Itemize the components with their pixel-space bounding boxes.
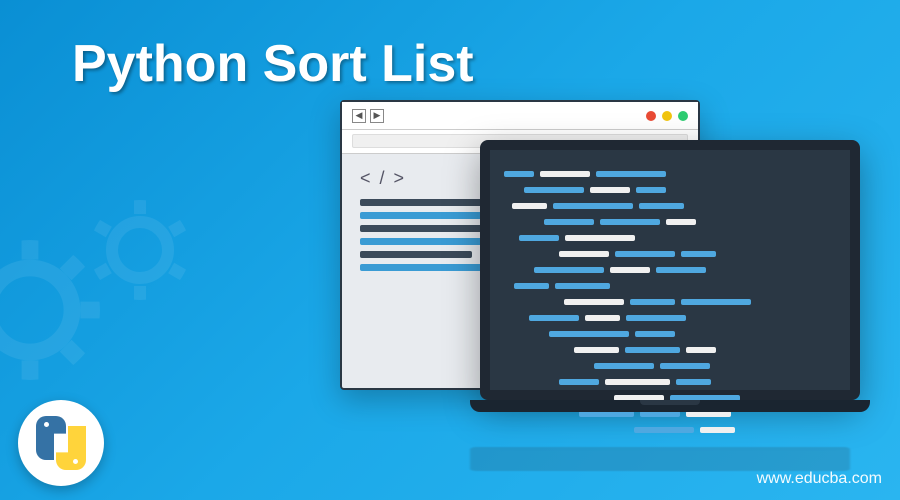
gear-icon [90, 200, 190, 300]
laptop-screen [480, 140, 860, 400]
close-icon [646, 111, 656, 121]
laptop-base [470, 400, 870, 412]
laptop-illustration [470, 140, 870, 412]
page-title: Python Sort List [72, 34, 474, 94]
python-logo-badge [18, 400, 104, 486]
nav-back-icon: ◀ [352, 109, 366, 123]
minimize-icon [662, 111, 672, 121]
browser-titlebar: ◀ ▶ [342, 102, 698, 130]
python-logo-icon [34, 416, 88, 470]
maximize-icon [678, 111, 688, 121]
watermark: www.educba.com [757, 470, 882, 488]
nav-forward-icon: ▶ [370, 109, 384, 123]
reflection [340, 435, 870, 471]
gear-icon [0, 240, 100, 380]
